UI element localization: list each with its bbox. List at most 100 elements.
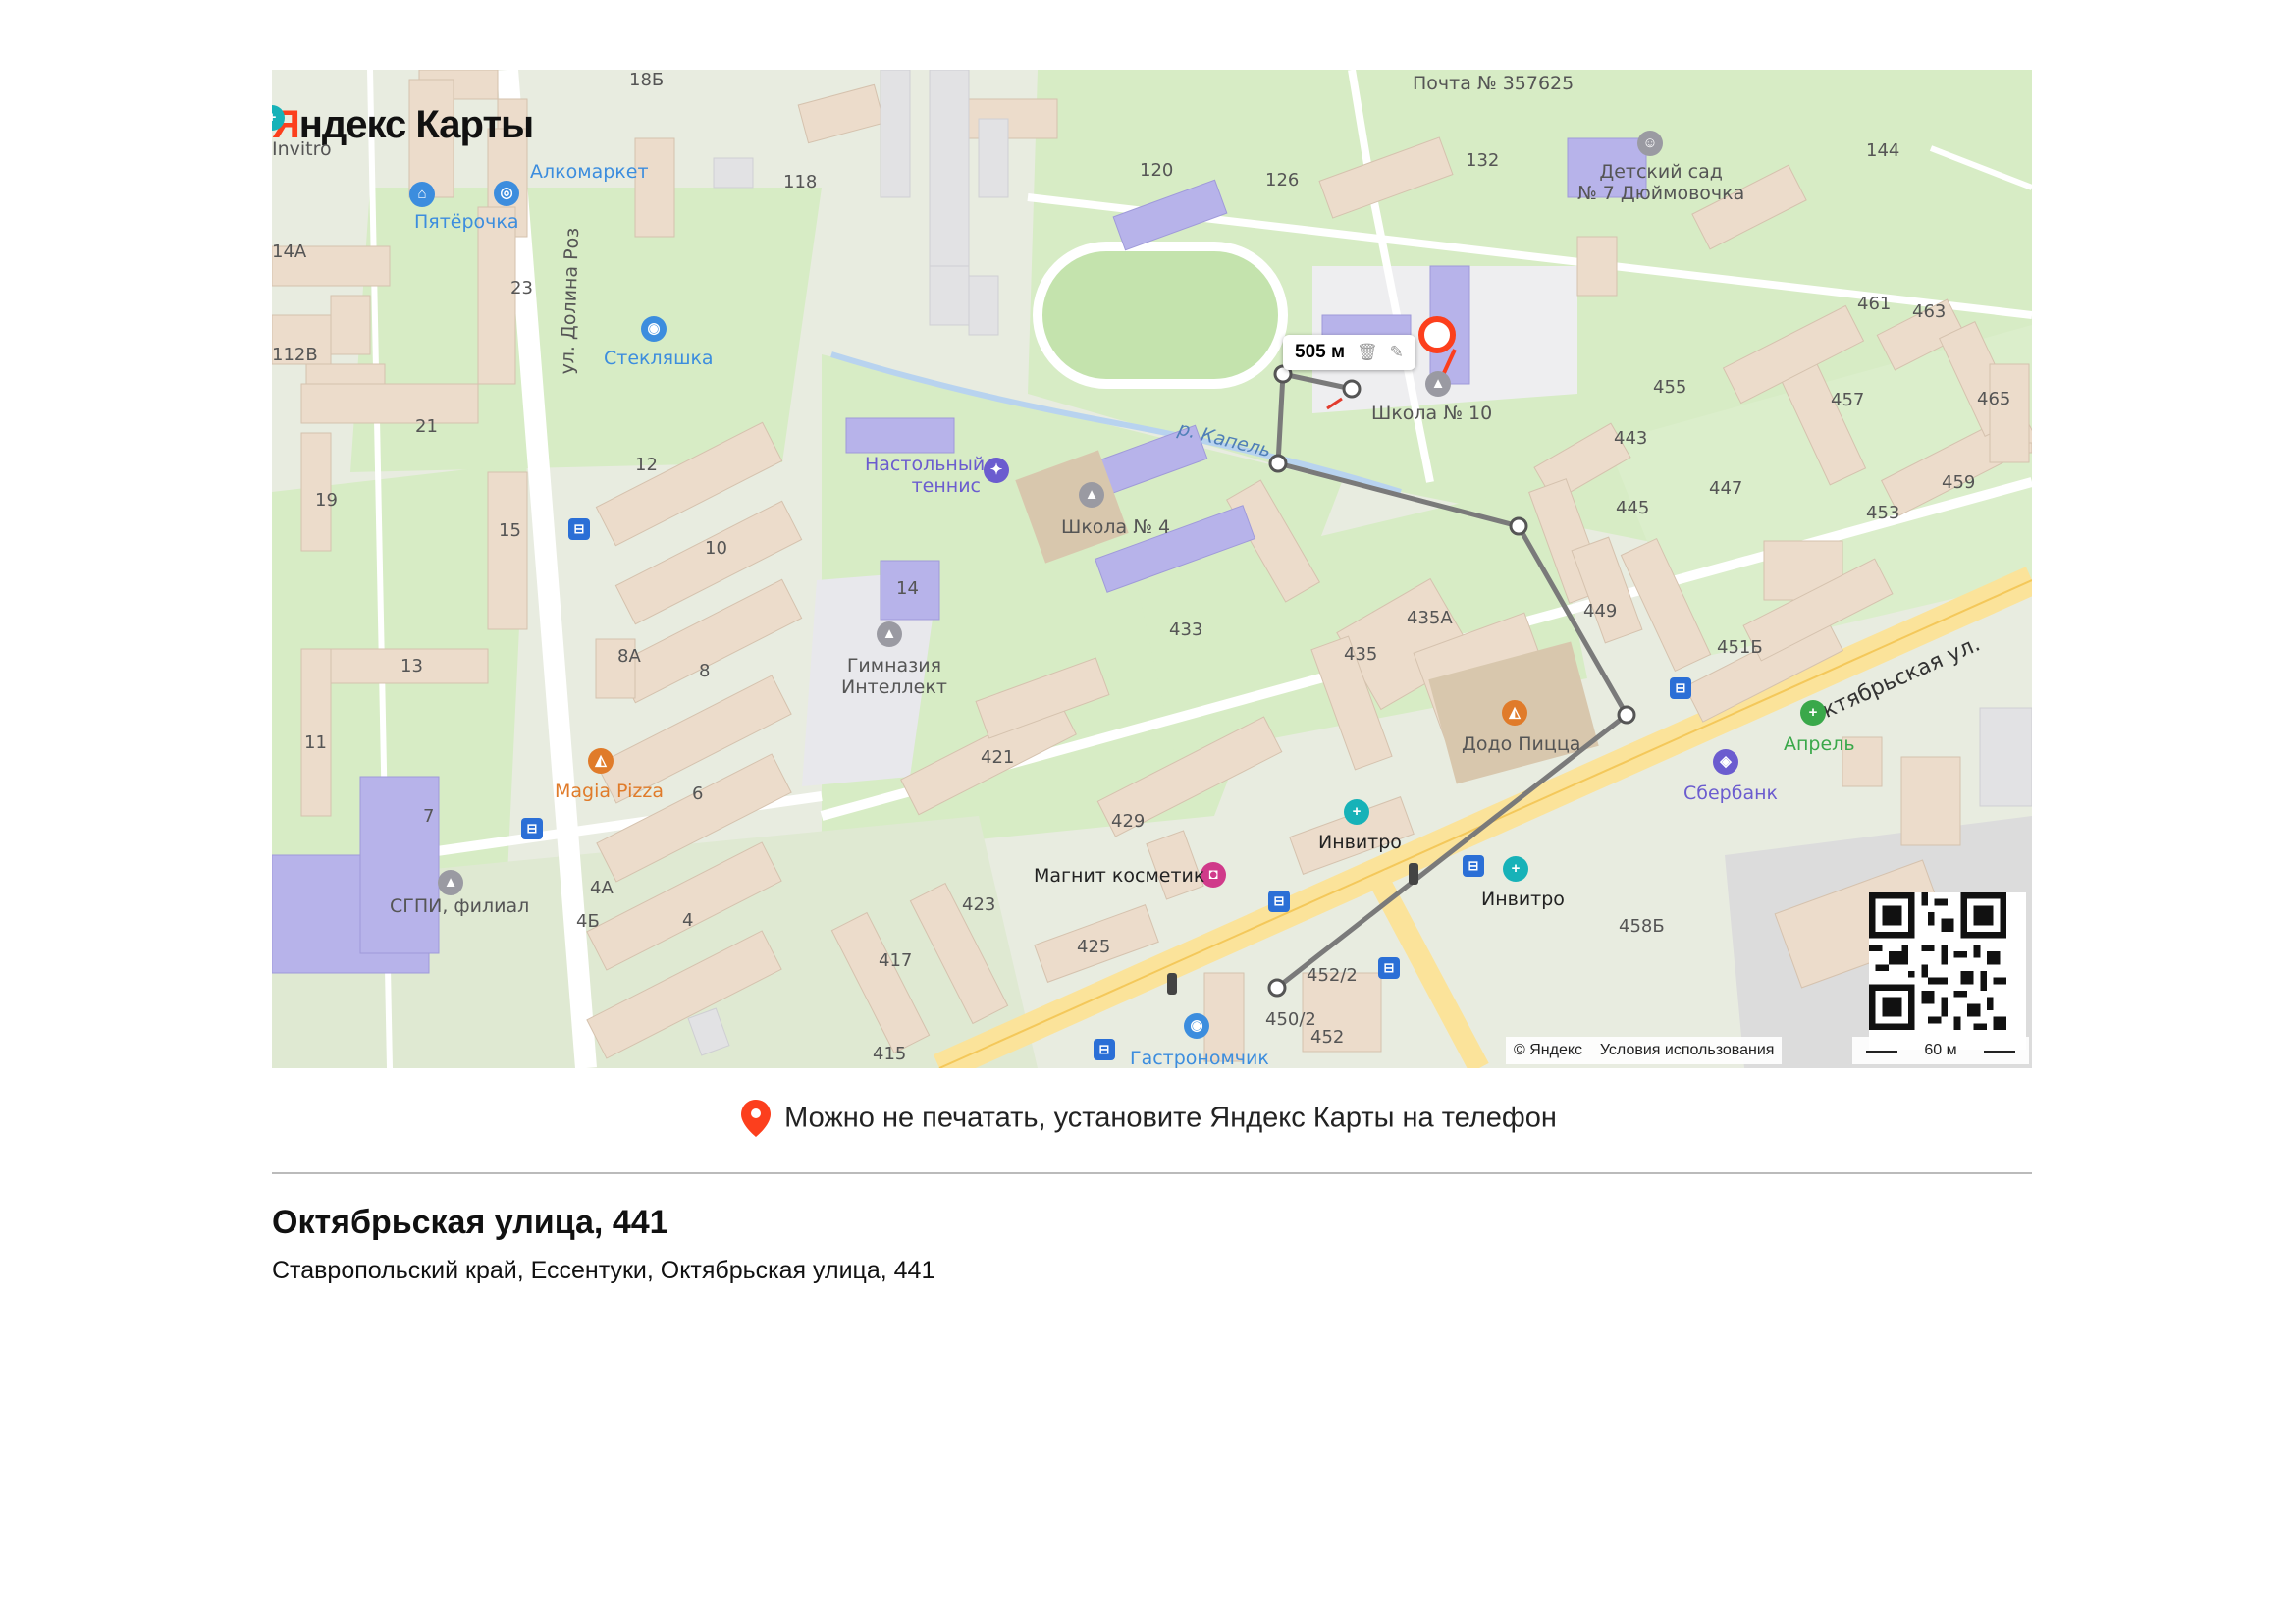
scale-bar-left bbox=[1866, 1051, 1897, 1053]
poi-label[interactable]: Инвитро bbox=[1318, 832, 1402, 853]
house-number: 23 bbox=[510, 278, 533, 298]
house-number: 429 bbox=[1111, 811, 1146, 832]
house-number: 13 bbox=[400, 656, 423, 676]
house-number: 132 bbox=[1466, 150, 1500, 171]
house-number: 8А bbox=[617, 646, 641, 667]
map-copyright[interactable]: © Яндекс Условия использования bbox=[1506, 1037, 1783, 1064]
poi-label[interactable]: Алкомаркет bbox=[530, 161, 649, 183]
poi-label[interactable]: Сбербанк bbox=[1683, 783, 1778, 804]
bus-stop-icon[interactable]: ⊟ bbox=[1463, 855, 1484, 877]
house-number: 6 bbox=[692, 783, 704, 804]
pizza-icon[interactable]: ◭ bbox=[588, 748, 614, 774]
bus-stop-icon[interactable]: ⊟ bbox=[521, 818, 543, 839]
shop-icon[interactable]: ◎ bbox=[494, 181, 519, 206]
poi-label[interactable]: Инвитро bbox=[1481, 889, 1565, 910]
basket-icon[interactable]: ◉ bbox=[1184, 1013, 1209, 1039]
bank-icon[interactable]: ◈ bbox=[1713, 749, 1738, 775]
house-number: 15 bbox=[499, 520, 521, 541]
poi-label[interactable]: Школа № 10 bbox=[1371, 403, 1492, 424]
bus-stop-icon[interactable]: ⊟ bbox=[1268, 891, 1290, 912]
cart-icon[interactable]: ⌂ bbox=[409, 182, 435, 207]
house-number: 447 bbox=[1709, 478, 1743, 499]
banner-text: Можно не печатать, установите Яндекс Кар… bbox=[784, 1102, 1557, 1134]
house-number: 449 bbox=[1583, 601, 1618, 621]
poi-label[interactable]: Почта № 357625 bbox=[1413, 73, 1574, 94]
house-number: 457 bbox=[1831, 390, 1865, 410]
school-icon[interactable]: ▲ bbox=[877, 621, 902, 647]
house-number: 118 bbox=[783, 172, 818, 192]
house-number: 452 bbox=[1310, 1027, 1345, 1048]
poi-label[interactable]: Magia Pizza bbox=[555, 781, 664, 802]
bus-stop-icon[interactable]: ⊟ bbox=[1094, 1039, 1115, 1060]
house-number: 421 bbox=[981, 747, 1015, 768]
location-pin-icon bbox=[741, 1100, 772, 1137]
house-number: 417 bbox=[879, 950, 913, 971]
poi-label[interactable]: Детский сад № 7 Дюймовочка bbox=[1577, 161, 1744, 204]
house-number: 14 bbox=[896, 578, 919, 599]
medical-icon[interactable]: + bbox=[1344, 799, 1369, 825]
house-number: 459 bbox=[1942, 472, 1976, 493]
school-icon[interactable]: ▲ bbox=[438, 870, 463, 895]
bus-stop-icon[interactable]: ⊟ bbox=[1670, 677, 1691, 699]
house-number: 4 bbox=[682, 910, 694, 931]
house-number: 451Б bbox=[1717, 637, 1763, 658]
map-scale: 60 м bbox=[1852, 1037, 2029, 1064]
house-number: 433 bbox=[1169, 620, 1203, 640]
house-number: 461 bbox=[1857, 294, 1892, 314]
house-number: 10 bbox=[705, 538, 727, 559]
scale-bar-right bbox=[1984, 1051, 2015, 1053]
poi-label[interactable]: Настольный теннис bbox=[865, 454, 985, 497]
house-number: 455 bbox=[1653, 377, 1687, 398]
basket-icon[interactable]: ◉ bbox=[641, 316, 667, 342]
house-number: 453 bbox=[1866, 503, 1900, 523]
poi-label[interactable]: Магнит косметик bbox=[1034, 865, 1204, 887]
house-number: 21 bbox=[415, 416, 438, 437]
qr-code bbox=[1869, 892, 2026, 1050]
poi-label[interactable]: Invitro bbox=[272, 138, 332, 160]
trash-icon[interactable]: 🗑 bbox=[1357, 343, 1378, 362]
bus-stop-icon[interactable]: ⊟ bbox=[1378, 957, 1400, 979]
poi-label[interactable]: Стекляшка bbox=[604, 348, 714, 369]
map-canvas[interactable] bbox=[272, 70, 2032, 1068]
house-number: 4А bbox=[590, 878, 614, 898]
medical-icon[interactable]: + bbox=[1503, 856, 1528, 882]
table-tennis-icon[interactable]: ✦ bbox=[984, 458, 1009, 483]
poi-label[interactable]: Апрель bbox=[1784, 733, 1855, 755]
house-number: 19 bbox=[315, 490, 338, 511]
poi-label[interactable]: Додо Пицца bbox=[1462, 733, 1580, 755]
house-number: 458Б bbox=[1619, 916, 1665, 937]
house-number: 12 bbox=[635, 455, 658, 475]
install-app-banner[interactable]: Можно не печатать, установите Яндекс Кар… bbox=[0, 1098, 2296, 1139]
house-number: 423 bbox=[962, 894, 996, 915]
distance-tooltip[interactable]: 505 м 🗑 ✎ bbox=[1283, 335, 1415, 370]
copyright-text[interactable]: © Яндекс bbox=[1514, 1042, 1582, 1058]
pharmacy-icon[interactable]: + bbox=[1800, 700, 1826, 726]
address-title: Октябрьская улица, 441 bbox=[272, 1204, 668, 1241]
kindergarten-icon[interactable]: ☺ bbox=[1637, 131, 1663, 156]
terms-link[interactable]: Условия использования bbox=[1600, 1042, 1775, 1058]
poi-label[interactable]: Гастрономчик bbox=[1130, 1048, 1269, 1068]
map-view[interactable]: Яндекс Карты ул. Долина Роз р. Капель Ок… bbox=[272, 70, 2032, 1068]
house-number: 120 bbox=[1140, 160, 1174, 181]
address-full: Ставропольский край, Ессентуки, Октябрьс… bbox=[272, 1257, 935, 1284]
house-number: 144 bbox=[1866, 140, 1900, 161]
distance-value: 505 м bbox=[1295, 342, 1346, 362]
school-icon[interactable]: ▲ bbox=[1425, 371, 1451, 397]
poi-label[interactable]: Школа № 4 bbox=[1061, 516, 1170, 538]
pencil-icon[interactable]: ✎ bbox=[1390, 343, 1404, 362]
house-number: 465 bbox=[1977, 389, 2011, 409]
school-icon[interactable]: ▲ bbox=[1079, 482, 1104, 508]
house-number: 445 bbox=[1616, 498, 1650, 518]
poi-label[interactable]: СГПИ, филиал bbox=[390, 895, 529, 917]
house-number: 415 bbox=[873, 1044, 907, 1064]
bus-stop-icon[interactable]: ⊟ bbox=[568, 518, 590, 540]
house-number: 126 bbox=[1265, 170, 1300, 190]
pizza-icon[interactable]: ◭ bbox=[1502, 700, 1527, 726]
house-number: 112В bbox=[272, 345, 318, 365]
house-number: 18Б bbox=[629, 70, 665, 90]
poi-label[interactable]: Пятёрочка bbox=[414, 211, 519, 233]
house-number: 443 bbox=[1614, 428, 1648, 449]
house-number: 7 bbox=[423, 806, 435, 827]
house-number: 450/2 bbox=[1265, 1009, 1316, 1030]
poi-label[interactable]: Гимназия Интеллект bbox=[841, 655, 947, 698]
